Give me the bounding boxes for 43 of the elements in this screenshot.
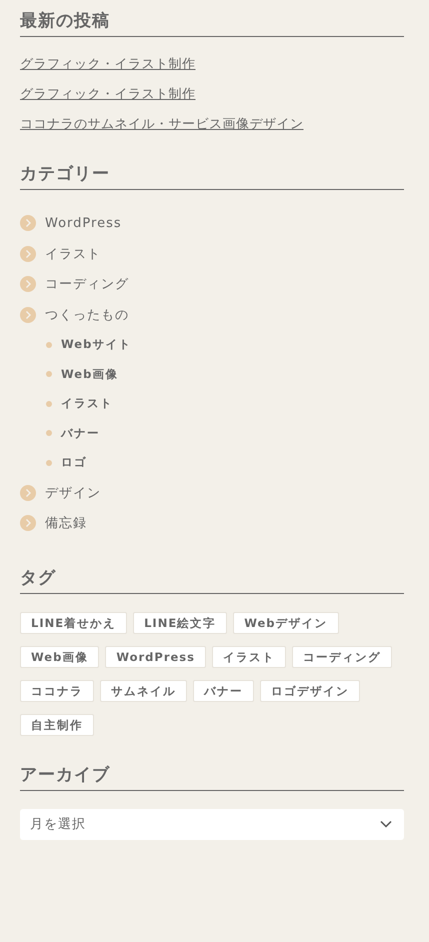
tag-chip[interactable]: ココナラ — [20, 680, 94, 702]
post-link[interactable]: グラフィック・イラスト制作 — [20, 85, 196, 105]
tag-chip[interactable]: Webデザイン — [233, 612, 338, 634]
category-link[interactable]: イラスト — [45, 244, 101, 263]
category-link[interactable]: イラスト — [61, 396, 113, 412]
section-heading: カテゴリー — [20, 163, 404, 190]
bullet-icon — [46, 460, 52, 466]
tag-chip[interactable]: WordPress — [105, 646, 206, 668]
tag-chip[interactable]: LINE着せかえ — [20, 612, 128, 634]
section-heading: タグ — [20, 566, 404, 594]
post-link[interactable]: グラフィック・イラスト制作 — [20, 55, 196, 75]
chevron-circle-icon — [20, 276, 36, 292]
category-link[interactable]: WordPress — [45, 216, 122, 231]
tag-chip[interactable]: コーディング — [292, 646, 392, 668]
tag-chip[interactable]: バナー — [193, 680, 254, 702]
category-link[interactable]: つくったもの — [45, 306, 129, 324]
bullet-icon — [46, 342, 52, 348]
tag-chip[interactable]: 自主制作 — [20, 714, 94, 736]
chevron-circle-icon — [20, 515, 36, 532]
chevron-circle-icon — [20, 246, 36, 262]
tag-chip[interactable]: イラスト — [212, 646, 286, 668]
category-link[interactable]: Web画像 — [61, 366, 118, 382]
chevron-down-icon — [380, 820, 392, 828]
chevron-circle-icon — [20, 306, 36, 323]
tag-chip[interactable]: ロゴデザイン — [260, 680, 360, 702]
month-select[interactable]: 月を選択 — [20, 808, 404, 840]
bullet-icon — [46, 371, 52, 378]
chevron-circle-icon — [20, 215, 36, 232]
post-link[interactable]: ココナラのサムネイル・サービス画像デザイン — [20, 115, 304, 135]
tag-chip[interactable]: Web画像 — [20, 646, 100, 668]
tag-chip[interactable]: サムネイル — [100, 680, 187, 702]
category-link[interactable]: 備忘録 — [45, 514, 87, 532]
category-link[interactable]: Webサイト — [61, 337, 132, 352]
section-heading: 最新の投稿 — [20, 10, 404, 37]
chevron-circle-icon — [20, 484, 36, 501]
category-link[interactable]: コーディング — [45, 275, 129, 294]
tag-chip[interactable]: LINE絵文字 — [133, 612, 228, 634]
category-link[interactable]: バナー — [61, 426, 100, 441]
category-link[interactable]: デザイン — [45, 484, 101, 502]
section-heading: アーカイブ — [20, 764, 404, 790]
category-link[interactable]: ロゴ — [61, 455, 87, 470]
bullet-icon — [46, 400, 52, 407]
bullet-icon — [46, 430, 52, 436]
